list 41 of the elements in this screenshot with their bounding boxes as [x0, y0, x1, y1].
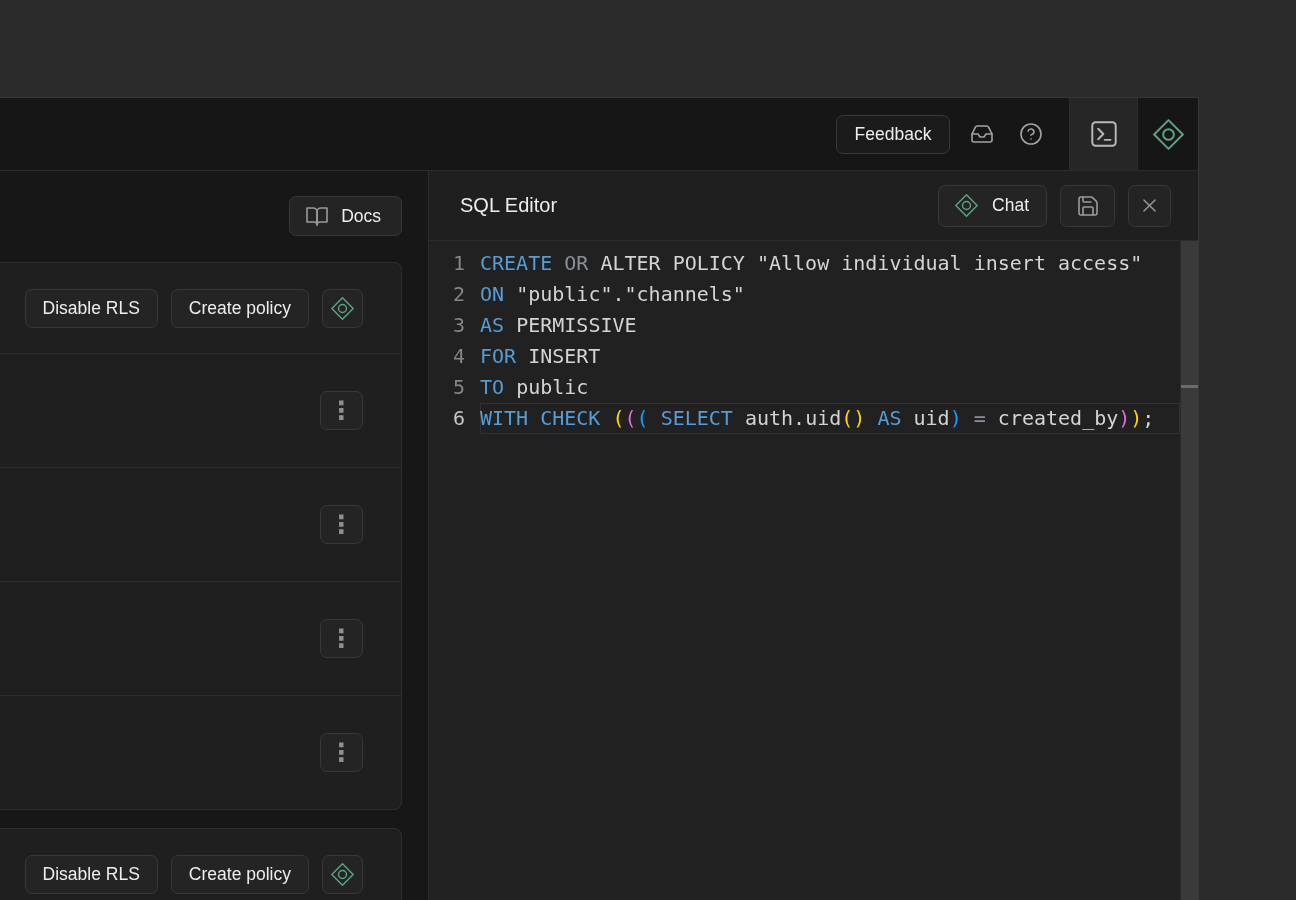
more-options-button[interactable]: ⋮ — [320, 619, 363, 658]
save-button[interactable] — [1060, 184, 1115, 227]
code-line: TO public — [480, 375, 589, 399]
action-button[interactable]: Disable RLS — [24, 288, 158, 328]
assistant-button[interactable] — [322, 854, 363, 894]
line-number: 2 — [451, 281, 465, 308]
terminal-icon — [1090, 121, 1117, 147]
action-button[interactable]: Create policy — [170, 854, 309, 894]
more-options-button[interactable]: ⋮ — [320, 505, 363, 544]
docs-button[interactable]: Docs — [289, 196, 402, 236]
chat-button[interactable]: Chat — [938, 184, 1047, 227]
book-icon — [306, 206, 329, 226]
terminal-button[interactable] — [1069, 98, 1137, 170]
line-number: 1 — [451, 250, 465, 277]
close-icon — [1143, 199, 1156, 212]
diamond-icon — [331, 296, 354, 320]
diamond-icon — [955, 194, 979, 217]
feedback-button[interactable]: Feedback — [836, 114, 950, 154]
close-button[interactable] — [1128, 184, 1171, 227]
diamond-icon — [1152, 118, 1184, 150]
more-options-button[interactable]: ⋮ — [320, 391, 363, 430]
line-number: 5 — [451, 374, 465, 401]
line-number: 4 — [451, 343, 465, 370]
code-line: ON "public"."channels" — [480, 282, 745, 306]
diamond-icon — [331, 862, 354, 886]
action-button[interactable]: Create policy — [170, 288, 309, 328]
line-number: 3 — [451, 312, 465, 339]
code-line: CREATE OR ALTER POLICY "Allow individual insert access" — [480, 251, 1143, 275]
line-number: 6 — [451, 405, 465, 432]
code-line: WITH CHECK ((( SELECT auth.uid() AS uid) = created_by)); — [480, 406, 1155, 430]
action-button[interactable]: Disable RLS — [24, 854, 158, 894]
code-line: AS PERMISSIVE — [480, 313, 637, 337]
inbox-icon[interactable] — [971, 125, 993, 143]
save-icon — [1077, 195, 1098, 216]
scrollbar-marker — [1181, 385, 1198, 388]
assistant-button[interactable] — [322, 288, 363, 328]
code-line: FOR INSERT — [480, 344, 601, 368]
editor-title: SQL Editor — [460, 194, 558, 217]
help-icon[interactable] — [1020, 123, 1042, 145]
more-options-button[interactable]: ⋮ — [320, 733, 363, 772]
scrollbar[interactable] — [1180, 241, 1198, 900]
